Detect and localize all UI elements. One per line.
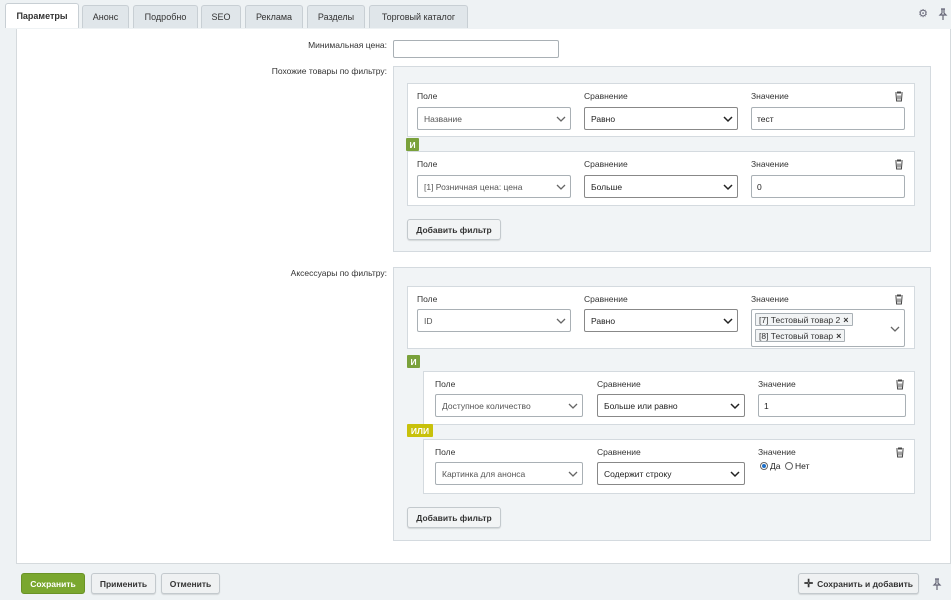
field-header: Поле <box>417 159 438 169</box>
similar-filter-area: Поле Сравнение Значение Название Равно т… <box>393 66 931 252</box>
field-header: Поле <box>417 294 438 304</box>
value-header: Значение <box>758 447 796 457</box>
tab-announce[interactable]: Анонс <box>82 5 129 28</box>
tab-bar: Параметры Анонс Подробно SEO Реклама Раз… <box>0 0 951 30</box>
tab-seo[interactable]: SEO <box>201 5 241 28</box>
pin-icon[interactable] <box>932 578 942 590</box>
chevron-down-icon <box>723 184 733 191</box>
value-input[interactable]: 0 <box>751 175 905 198</box>
chevron-down-icon <box>568 471 578 477</box>
radio-yes[interactable] <box>760 462 768 470</box>
save-button[interactable]: Сохранить <box>21 573 85 594</box>
compare-select-value: Больше или равно <box>604 400 678 411</box>
min-price-label: Минимальная цена: <box>308 40 387 50</box>
field-header: Поле <box>417 91 438 101</box>
compare-select-value: Содержит строку <box>604 468 672 479</box>
remove-chip-icon[interactable]: × <box>843 315 848 325</box>
chip-label: [8] Тестовый товар <box>759 330 834 341</box>
tab-details[interactable]: Подробно <box>133 5 198 28</box>
chevron-down-icon <box>556 184 566 190</box>
field-select[interactable]: ID <box>417 309 571 332</box>
filter-card: Поле Сравнение Значение [1] Розничная це… <box>407 151 915 206</box>
radio-no[interactable] <box>785 462 793 470</box>
tab-sections[interactable]: Разделы <box>307 5 365 28</box>
compare-select-value: Равно <box>591 113 616 124</box>
field-select-value: [1] Розничная цена: цена <box>424 181 523 192</box>
similar-label: Похожие товары по фильтру: <box>271 66 387 76</box>
trash-icon[interactable] <box>894 91 904 102</box>
compare-select[interactable]: Больше <box>584 175 738 198</box>
value-multiselect[interactable]: [7] Тестовый товар 2 × [8] Тестовый товар… <box>751 309 905 347</box>
cancel-button[interactable]: Отменить <box>161 573 220 594</box>
accessories-filter-area: Поле Сравнение Значение ID Равно [7] Тес… <box>393 267 931 541</box>
trash-icon[interactable] <box>894 294 904 305</box>
content-panel: Минимальная цена: Похожие товары по филь… <box>16 29 951 564</box>
chevron-down-icon <box>723 116 733 123</box>
compare-header: Сравнение <box>584 91 628 101</box>
add-filter-button[interactable]: Добавить фильтр <box>407 507 501 528</box>
field-header: Поле <box>435 379 456 389</box>
field-select-value: ID <box>424 315 433 326</box>
value-chip: [8] Тестовый товар × <box>755 329 846 342</box>
save-and-add-label: Сохранить и добавить <box>817 578 914 589</box>
filter-card: Поле Сравнение Значение Доступное количе… <box>423 371 915 425</box>
value-input[interactable]: 1 <box>758 394 906 417</box>
remove-chip-icon[interactable]: × <box>836 331 841 341</box>
value-header: Значение <box>751 91 789 101</box>
chevron-down-icon <box>556 318 566 324</box>
field-select[interactable]: Картинка для анонса <box>435 462 583 485</box>
chip-label: [7] Тестовый товар 2 <box>759 314 841 325</box>
value-header: Значение <box>751 294 789 304</box>
field-select-value: Доступное количество <box>442 400 531 411</box>
radio-no-label: Нет <box>795 461 810 471</box>
value-input[interactable]: тест <box>751 107 905 130</box>
compare-select-value: Больше <box>591 181 623 192</box>
tab-advertising[interactable]: Реклама <box>245 5 303 28</box>
radio-yes-label: Да <box>770 461 781 471</box>
chevron-down-icon <box>723 318 733 325</box>
compare-select[interactable]: Равно <box>584 309 738 332</box>
accessories-label: Аксессуары по фильтру: <box>290 268 387 278</box>
plus-icon: ✛ <box>803 578 814 590</box>
field-select-value: Картинка для анонса <box>442 468 526 479</box>
field-select[interactable]: [1] Розничная цена: цена <box>417 175 571 198</box>
tab-parameters[interactable]: Параметры <box>5 3 79 28</box>
and-connector[interactable]: И <box>407 355 420 368</box>
chevron-down-icon[interactable] <box>890 324 900 334</box>
field-select[interactable]: Доступное количество <box>435 394 583 417</box>
pin-icon[interactable] <box>937 8 949 20</box>
compare-select[interactable]: Равно <box>584 107 738 130</box>
chevron-down-icon <box>556 116 566 122</box>
compare-header: Сравнение <box>584 294 628 304</box>
apply-button[interactable]: Применить <box>91 573 156 594</box>
value-chip: [7] Тестовый товар 2 × <box>755 313 853 326</box>
compare-header: Сравнение <box>597 447 641 457</box>
field-select-value: Название <box>424 113 462 124</box>
filter-card: Поле Сравнение Значение ID Равно [7] Тес… <box>407 286 915 349</box>
trash-icon[interactable] <box>895 447 905 458</box>
and-connector[interactable]: И <box>406 138 419 151</box>
filter-card: Поле Сравнение Значение Название Равно т… <box>407 83 915 137</box>
tab-trade-catalog[interactable]: Торговый каталог <box>369 5 468 28</box>
compare-select-value: Равно <box>591 315 616 326</box>
compare-select[interactable]: Содержит строку <box>597 462 745 485</box>
save-and-add-button[interactable]: ✛ Сохранить и добавить <box>798 573 919 594</box>
field-header: Поле <box>435 447 456 457</box>
trash-icon[interactable] <box>894 159 904 170</box>
min-price-input[interactable] <box>393 40 559 58</box>
or-connector[interactable]: ИЛИ <box>407 424 433 437</box>
chevron-down-icon <box>568 403 578 409</box>
value-header: Значение <box>758 379 796 389</box>
chevron-down-icon <box>730 471 740 478</box>
trash-icon[interactable] <box>895 379 905 390</box>
add-filter-button[interactable]: Добавить фильтр <box>407 219 501 240</box>
field-select[interactable]: Название <box>417 107 571 130</box>
compare-header: Сравнение <box>584 159 628 169</box>
gear-icon[interactable]: ⚙ <box>917 8 929 20</box>
filter-card: Поле Сравнение Значение Картинка для ано… <box>423 439 915 494</box>
chevron-down-icon <box>730 403 740 410</box>
compare-select[interactable]: Больше или равно <box>597 394 745 417</box>
compare-header: Сравнение <box>597 379 641 389</box>
value-header: Значение <box>751 159 789 169</box>
